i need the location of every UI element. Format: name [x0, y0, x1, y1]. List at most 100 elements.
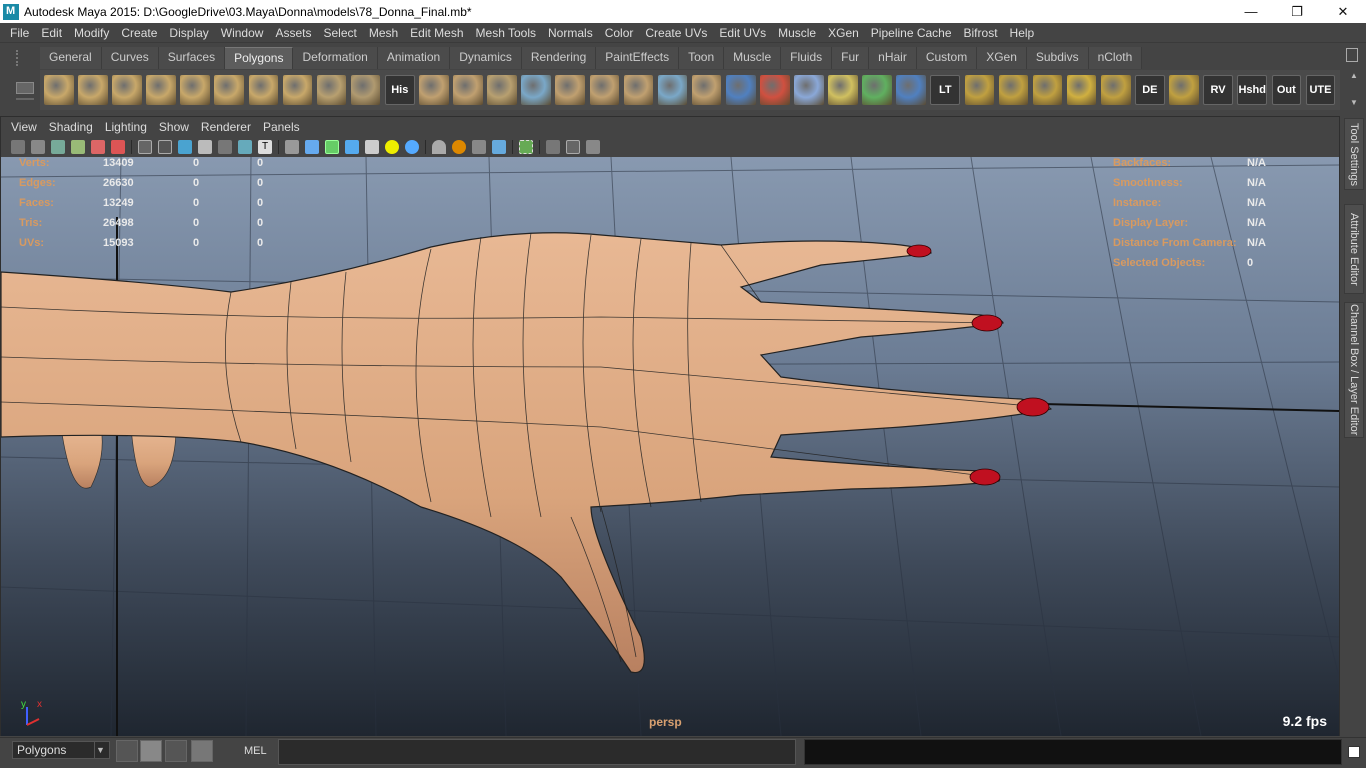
- shelf-handle[interactable]: [6, 48, 36, 110]
- append-icon[interactable]: [623, 75, 654, 105]
- poly-plane-icon[interactable]: [180, 75, 210, 105]
- menu-modify[interactable]: Modify: [68, 26, 115, 40]
- tab-dynamics[interactable]: Dynamics: [450, 47, 522, 69]
- mel-command-input[interactable]: [278, 739, 796, 765]
- menu-window[interactable]: Window: [215, 26, 270, 40]
- panel-menu-show[interactable]: Show: [153, 120, 195, 134]
- poly-cube-icon[interactable]: [78, 75, 108, 105]
- scroll-down-icon[interactable]: ▼: [1350, 98, 1358, 107]
- maximize-button[interactable]: ❐: [1274, 0, 1320, 23]
- menu-set-select[interactable]: Polygons ▼: [12, 741, 110, 759]
- motion-blur-icon[interactable]: [452, 140, 466, 154]
- extract-icon[interactable]: [487, 75, 517, 105]
- trash-icon[interactable]: [1346, 48, 1358, 62]
- menu-mesh-tools[interactable]: Mesh Tools: [470, 26, 542, 40]
- fill-hole-icon[interactable]: [555, 75, 586, 105]
- split-icon[interactable]: [657, 75, 688, 105]
- resolution-gate-icon[interactable]: [158, 140, 172, 154]
- lt-tool-icon[interactable]: LT: [930, 75, 961, 105]
- scroll-up-icon[interactable]: ▲: [1350, 71, 1358, 80]
- history-icon[interactable]: His: [384, 75, 415, 105]
- input-line-icon[interactable]: [140, 740, 162, 762]
- shelf-scroll[interactable]: ▲ ▼: [1348, 71, 1360, 107]
- poly-pipe-icon[interactable]: [282, 75, 313, 105]
- image-plane-icon[interactable]: [71, 140, 85, 154]
- shadows-icon[interactable]: [405, 140, 419, 154]
- ortho-view-icon[interactable]: [896, 75, 926, 105]
- transform-gizmo-icon[interactable]: [862, 75, 892, 105]
- rv-icon[interactable]: RV: [1203, 75, 1233, 105]
- tab-muscle[interactable]: Muscle: [724, 47, 782, 69]
- minimize-button[interactable]: —: [1228, 0, 1274, 23]
- depth-of-field-icon[interactable]: [492, 140, 506, 154]
- ute-icon[interactable]: UTE: [1305, 75, 1336, 105]
- menu-select[interactable]: Select: [317, 26, 362, 40]
- grid-icon[interactable]: [138, 140, 152, 154]
- uv-layout-icon[interactable]: [964, 75, 995, 105]
- script-editor-icon[interactable]: [1348, 746, 1360, 758]
- tab-toon[interactable]: Toon: [679, 47, 725, 69]
- tab-animation[interactable]: Animation: [377, 47, 451, 69]
- tab-nhair[interactable]: nHair: [869, 47, 917, 69]
- menu-edit-mesh[interactable]: Edit Mesh: [404, 26, 469, 40]
- tab-curves[interactable]: Curves: [101, 47, 159, 69]
- uv-grid-icon[interactable]: [1169, 75, 1199, 105]
- panel-menu-lighting[interactable]: Lighting: [99, 120, 153, 134]
- snap-icon[interactable]: [116, 740, 138, 762]
- list-icon[interactable]: [165, 740, 187, 762]
- isolate-icon[interactable]: [285, 140, 299, 154]
- poly-sphere-icon[interactable]: [44, 75, 74, 105]
- tab-fur[interactable]: Fur: [832, 47, 870, 69]
- single-view-icon[interactable]: [546, 140, 560, 154]
- menu-create[interactable]: Create: [115, 26, 163, 40]
- tab-tool-settings[interactable]: Tool Settings: [1344, 118, 1364, 190]
- menu-pipeline-cache[interactable]: Pipeline Cache: [865, 26, 958, 40]
- outliner-persp-icon[interactable]: [586, 140, 600, 154]
- smooth-icon[interactable]: [521, 75, 551, 105]
- menu-edit-uvs[interactable]: Edit UVs: [713, 26, 772, 40]
- xray-icon[interactable]: [305, 140, 319, 154]
- tab-ncloth[interactable]: nCloth: [1088, 47, 1143, 69]
- menu-help[interactable]: Help: [1004, 26, 1041, 40]
- 3d-viewport[interactable]: Verts: 13409 0 0 Edges: 26630 0 0 Faces: 13249 0 0 T…: [1, 157, 1339, 736]
- menu-display[interactable]: Display: [163, 26, 214, 40]
- poly-torus-icon[interactable]: [214, 75, 245, 105]
- uv-planar-icon[interactable]: [1032, 75, 1063, 105]
- menu-color[interactable]: Color: [599, 26, 640, 40]
- film-gate-icon[interactable]: [111, 140, 125, 154]
- tab-fluids[interactable]: Fluids: [781, 47, 833, 69]
- poly-pyramid-icon[interactable]: [248, 75, 279, 105]
- poly-cylinder-icon[interactable]: [112, 75, 142, 105]
- textured-icon[interactable]: [238, 140, 252, 154]
- menu-assets[interactable]: Assets: [269, 26, 317, 40]
- text-icon[interactable]: T: [258, 140, 272, 154]
- menu-xgen[interactable]: XGen: [822, 26, 865, 40]
- de-tool-icon[interactable]: DE: [1135, 75, 1165, 105]
- paint-icon[interactable]: [760, 75, 790, 105]
- sphere-grid-icon[interactable]: [350, 75, 381, 105]
- uv-select-icon[interactable]: [1066, 75, 1097, 105]
- snap-target-icon[interactable]: [828, 75, 858, 105]
- menu-muscle[interactable]: Muscle: [772, 26, 822, 40]
- menu-bifrost[interactable]: Bifrost: [958, 26, 1004, 40]
- bridge-icon[interactable]: [589, 75, 620, 105]
- default-material-icon[interactable]: [345, 140, 359, 154]
- uv-unfold-icon[interactable]: [1100, 75, 1131, 105]
- extrude-icon[interactable]: [691, 75, 722, 105]
- tab-xgen[interactable]: XGen: [977, 47, 1027, 69]
- four-view-icon[interactable]: [566, 140, 580, 154]
- tab-channel-box[interactable]: Channel Box / Layer Editor: [1344, 302, 1364, 438]
- wireframe-icon[interactable]: [178, 140, 192, 154]
- menu-edit[interactable]: Edit: [35, 26, 68, 40]
- hshd-icon[interactable]: Hshd: [1237, 75, 1268, 105]
- combine-icon[interactable]: [419, 75, 449, 105]
- tab-deformation[interactable]: Deformation: [293, 47, 378, 69]
- lights-icon[interactable]: [385, 140, 399, 154]
- close-button[interactable]: ✕: [1320, 0, 1366, 23]
- separate-icon[interactable]: [453, 75, 483, 105]
- curve-on-surface-icon[interactable]: [316, 75, 347, 105]
- panel-menu-panels[interactable]: Panels: [257, 120, 306, 134]
- tab-attribute-editor[interactable]: Attribute Editor: [1344, 204, 1364, 294]
- antialiasing-icon[interactable]: [472, 140, 486, 154]
- menu-file[interactable]: File: [4, 26, 35, 40]
